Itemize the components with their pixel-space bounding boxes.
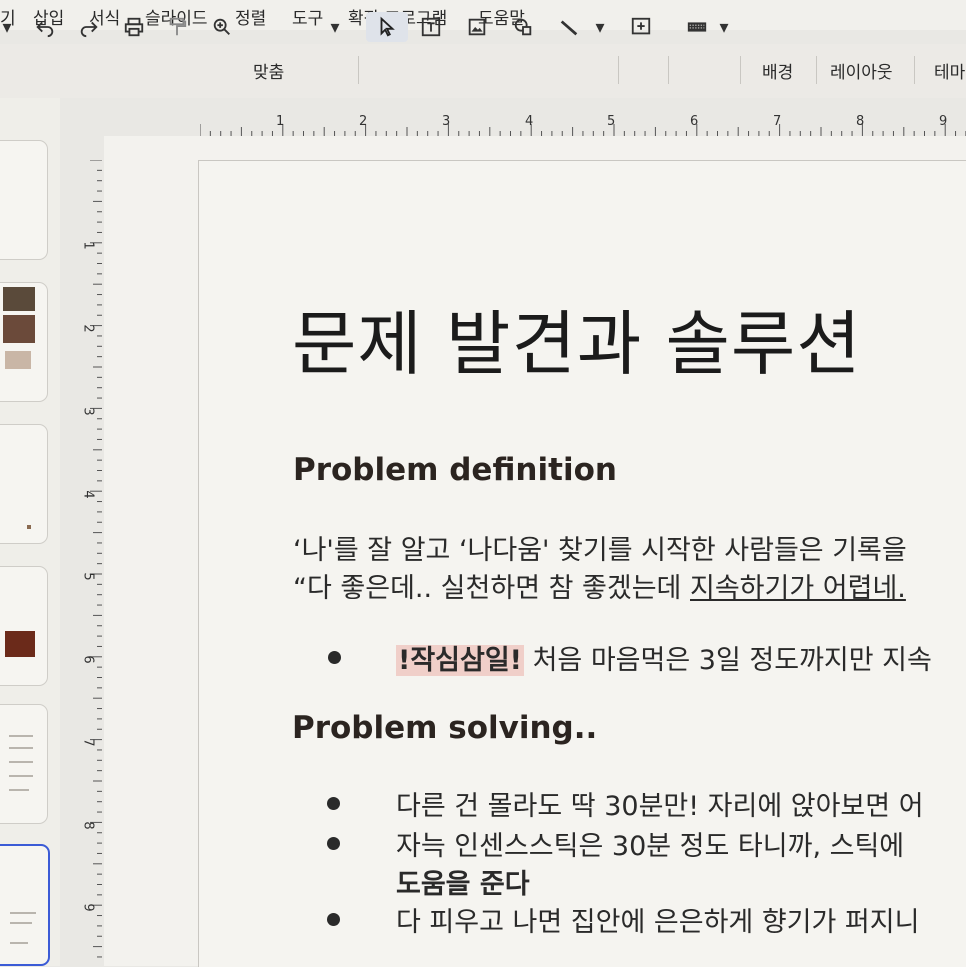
toolbar-separator: [816, 56, 817, 84]
bullet-dot: [328, 651, 341, 664]
ruler-number: 2: [80, 324, 96, 333]
menu-item-tools[interactable]: 도구: [292, 4, 323, 29]
problem-definition-heading[interactable]: Problem definition: [293, 452, 617, 488]
bullet-item[interactable]: 다른 건 몰라도 딱 30분만! 자리에 앉아보면 어: [396, 784, 924, 823]
toolbar: [0, 44, 966, 98]
layout-button[interactable]: 레이아웃: [830, 58, 893, 83]
menu-item-arrange[interactable]: 정렬: [235, 4, 266, 29]
problem-text-line-2[interactable]: “다 좋은데.. 실천하면 참 좋겠는데 지속하기가 어렵네.: [293, 566, 906, 605]
problem-text-line-1[interactable]: ‘나'를 잘 알고 ‘나다움' 찾기를 시작한 사람들은 기록을: [293, 528, 907, 567]
add-comment-icon[interactable]: [626, 12, 656, 42]
keyboard-icon[interactable]: [680, 12, 714, 42]
bullet-dot: [327, 837, 340, 850]
print-icon[interactable]: [120, 12, 148, 42]
problem-solving-heading[interactable]: Problem solving..: [292, 710, 597, 746]
ruler-number: 1: [276, 114, 285, 129]
vertical-ruler: [90, 160, 102, 958]
bullet-dot: [327, 797, 340, 810]
ruler-number: 3: [442, 114, 451, 129]
undo-icon[interactable]: [32, 12, 58, 42]
bullet-item-continued[interactable]: 도움을 준다: [396, 862, 530, 901]
chevron-down-icon[interactable]: ▾: [0, 12, 14, 42]
line-icon[interactable]: [554, 12, 584, 42]
ruler-number: 3: [80, 407, 96, 416]
problem-text-line-2-start: “다 좋은데.. 실천하면 참 좋겠는데: [293, 573, 690, 604]
bullet-item[interactable]: 다 피우고 나면 집안에 은은하게 향기가 퍼지니: [396, 900, 919, 939]
ruler-number: 6: [690, 114, 699, 129]
bullet-item[interactable]: 자늑 인센스스틱은 30분 정도 타니까, 스틱에: [396, 824, 904, 863]
bullet-item[interactable]: !작심삼일! 처음 마음먹은 3일 정도까지만 지속: [396, 638, 932, 677]
bullet-text: 처음 마음먹은 3일 정도까지만 지속: [524, 645, 932, 676]
bullet-dot: [327, 913, 340, 926]
problem-text-underlined: 지속하기가 어렵네.: [690, 573, 906, 604]
zoom-select[interactable]: 맞춤: [253, 58, 284, 83]
slide-thumbnail[interactable]: [0, 704, 48, 824]
toolbar-separator: [740, 56, 741, 84]
ruler-number: 5: [80, 572, 96, 581]
chevron-down-icon[interactable]: ▾: [716, 12, 732, 42]
zoom-icon[interactable]: [208, 12, 236, 42]
ruler-number: 5: [607, 114, 616, 129]
paint-format-icon[interactable]: [164, 12, 190, 42]
image-icon[interactable]: [462, 12, 492, 42]
ruler-number: 9: [80, 903, 96, 912]
toolbar-separator: [668, 56, 669, 84]
toolbar-separator: [618, 56, 619, 84]
ruler-number: 4: [80, 490, 96, 499]
ruler-number: 1: [80, 241, 96, 250]
highlighted-text: !작심삼일!: [396, 645, 524, 676]
toolbar-separator: [914, 56, 915, 84]
ruler-number: 7: [773, 114, 782, 129]
slide-title[interactable]: 문제 발견과 솔루션: [292, 288, 862, 389]
slide-thumbnail[interactable]: [0, 566, 48, 686]
ruler-number: 9: [939, 114, 948, 129]
ruler-number: 8: [80, 821, 96, 830]
ruler-number: 2: [359, 114, 368, 129]
ruler-number: 8: [856, 114, 865, 129]
chevron-down-icon[interactable]: ▾: [592, 12, 608, 42]
ruler-number: 7: [80, 738, 96, 747]
shape-icon[interactable]: [508, 12, 538, 42]
ruler-number: 4: [525, 114, 534, 129]
redo-icon[interactable]: [76, 12, 102, 42]
chevron-down-icon[interactable]: ▾: [326, 12, 344, 42]
slide-thumbnail-current[interactable]: [0, 844, 50, 966]
horizontal-ruler: [200, 124, 966, 136]
slide-thumbnail[interactable]: [0, 282, 48, 402]
ruler-number: 6: [80, 655, 96, 664]
text-box-icon[interactable]: [416, 12, 446, 42]
slide-thumbnail[interactable]: [0, 140, 48, 260]
toolbar-separator: [358, 56, 359, 84]
select-pointer-icon[interactable]: [366, 12, 408, 42]
slide-thumbnail[interactable]: [0, 424, 48, 544]
background-button[interactable]: 배경: [762, 58, 793, 83]
theme-button[interactable]: 테마: [934, 58, 965, 83]
